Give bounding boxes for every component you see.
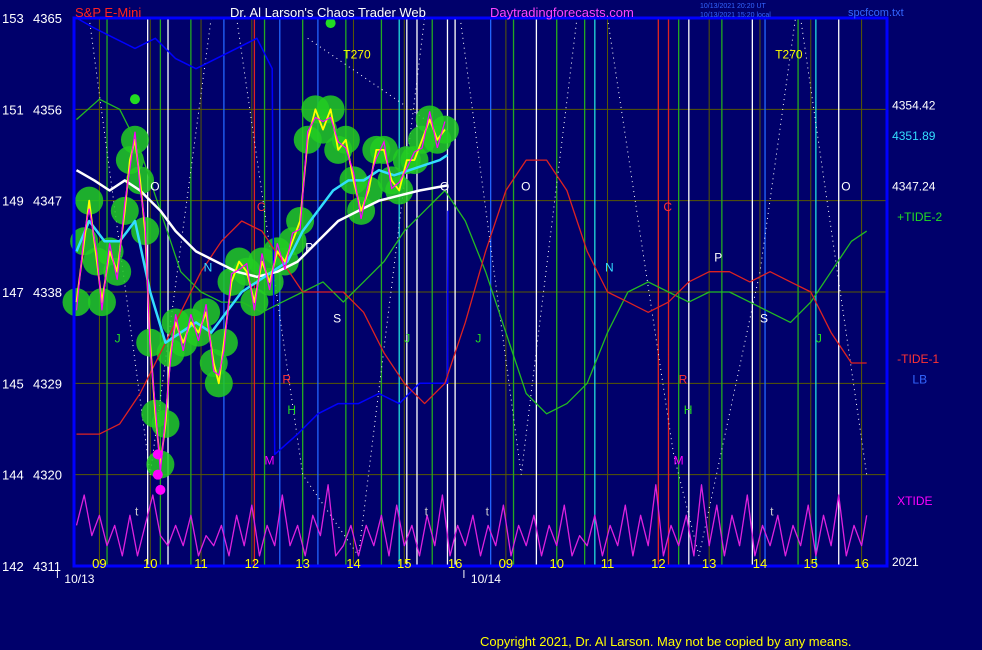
chart-label: P [714, 251, 722, 265]
timestamp-local: 10/13/2021 15:20 local [700, 12, 771, 19]
y-tick-left: 153 [2, 11, 24, 26]
chart-label: +TIDE-2 [897, 210, 942, 224]
y-tick-left: 144 [2, 468, 24, 483]
chart-label: H [287, 403, 296, 417]
chart-label: -TIDE-1 [897, 352, 939, 366]
pivot-marker [155, 484, 166, 495]
chart-label: O [521, 180, 530, 194]
y-tick-price: 4329 [33, 376, 62, 391]
y-tick-price: 4311 [33, 559, 61, 574]
chart-label: C [663, 200, 672, 214]
chart-label: R [282, 372, 291, 386]
year-label: 2021 [892, 555, 919, 569]
chart-label: P [305, 240, 313, 254]
copyright-notice: Copyright 2021, Dr. Al Larson. May not b… [480, 634, 851, 649]
chart-label: C [257, 200, 266, 214]
x-tick-hour: 16 [854, 556, 868, 571]
x-date-label: 10/14 [471, 572, 501, 586]
chart-label: XTIDE [897, 494, 932, 508]
symbol-title: S&P E-Mini [75, 5, 141, 20]
chart-label: J [404, 332, 410, 346]
y-tick-left: 147 [2, 285, 24, 300]
x-tick-hour: 11 [601, 556, 615, 571]
y-tick-price: 4347 [33, 194, 62, 209]
x-tick-hour: 14 [346, 556, 360, 571]
chart-label: J [816, 332, 822, 346]
x-tick-hour: 09 [92, 556, 106, 571]
chart-label: M [674, 454, 684, 468]
x-tick-hour: 13 [295, 556, 309, 571]
pivot-marker [152, 449, 163, 460]
x-date-label: 10/13 [64, 572, 94, 586]
chart-label: T270 [775, 48, 803, 62]
x-tick-hour: 09 [499, 556, 513, 571]
chart-label: 4347.24 [892, 180, 936, 194]
chart-label: O [440, 180, 449, 194]
chart-label: O [150, 180, 159, 194]
x-tick-hour: 15 [804, 556, 818, 571]
y-tick-left: 149 [2, 194, 24, 209]
x-tick-hour: 12 [651, 556, 665, 571]
data-file-name: spcfcom.txt [848, 7, 904, 19]
timestamp-ut: 10/13/2021 20:20 UT [700, 3, 766, 10]
chart-label: R [679, 372, 688, 386]
x-tick-hour: 10 [143, 556, 157, 571]
y-tick-price: 4365 [33, 11, 62, 26]
x-tick-hour: 14 [753, 556, 767, 571]
chart-label: LB [912, 372, 927, 386]
x-tick-hour: 16 [448, 556, 462, 571]
x-tick-hour: 12 [245, 556, 259, 571]
x-tick-hour: 15 [397, 556, 411, 571]
chart-title: Dr. Al Larson's Chaos Trader Web [230, 5, 426, 20]
y-tick-left: 151 [2, 102, 24, 117]
x-tick-hour: 11 [194, 556, 208, 571]
y-tick-price: 4356 [33, 102, 62, 117]
x-tick-hour: 13 [702, 556, 716, 571]
y-tick-left: 145 [2, 376, 24, 391]
chart-label: N [204, 261, 213, 275]
x-tick-hour: 10 [549, 556, 563, 571]
y-tick-price: 4338 [33, 285, 62, 300]
pivot-marker [152, 469, 163, 480]
y-tick-price: 4320 [33, 468, 62, 483]
pivot-marker [129, 94, 140, 105]
chart-label: 4351.89 [892, 129, 936, 143]
chart-label: T270 [343, 48, 371, 62]
chart-label: S [760, 311, 768, 325]
chart-label: O [841, 180, 850, 194]
site-link[interactable]: Daytradingforecasts.com [490, 5, 634, 20]
chart-label: H [684, 403, 693, 417]
chart-label: 4354.42 [892, 98, 936, 112]
chart-label: S [333, 311, 341, 325]
chart-label: N [605, 261, 614, 275]
chart-label: J [475, 332, 481, 346]
chart-canvas: T270 T270O O O OC CN NPPS SJ J J JR RH HM Mt t t t4354.4… [0, 0, 982, 650]
chart-label: J [115, 332, 121, 346]
price-blob [62, 288, 91, 317]
y-tick-left: 142 [2, 559, 24, 574]
chart-label: M [265, 454, 275, 468]
